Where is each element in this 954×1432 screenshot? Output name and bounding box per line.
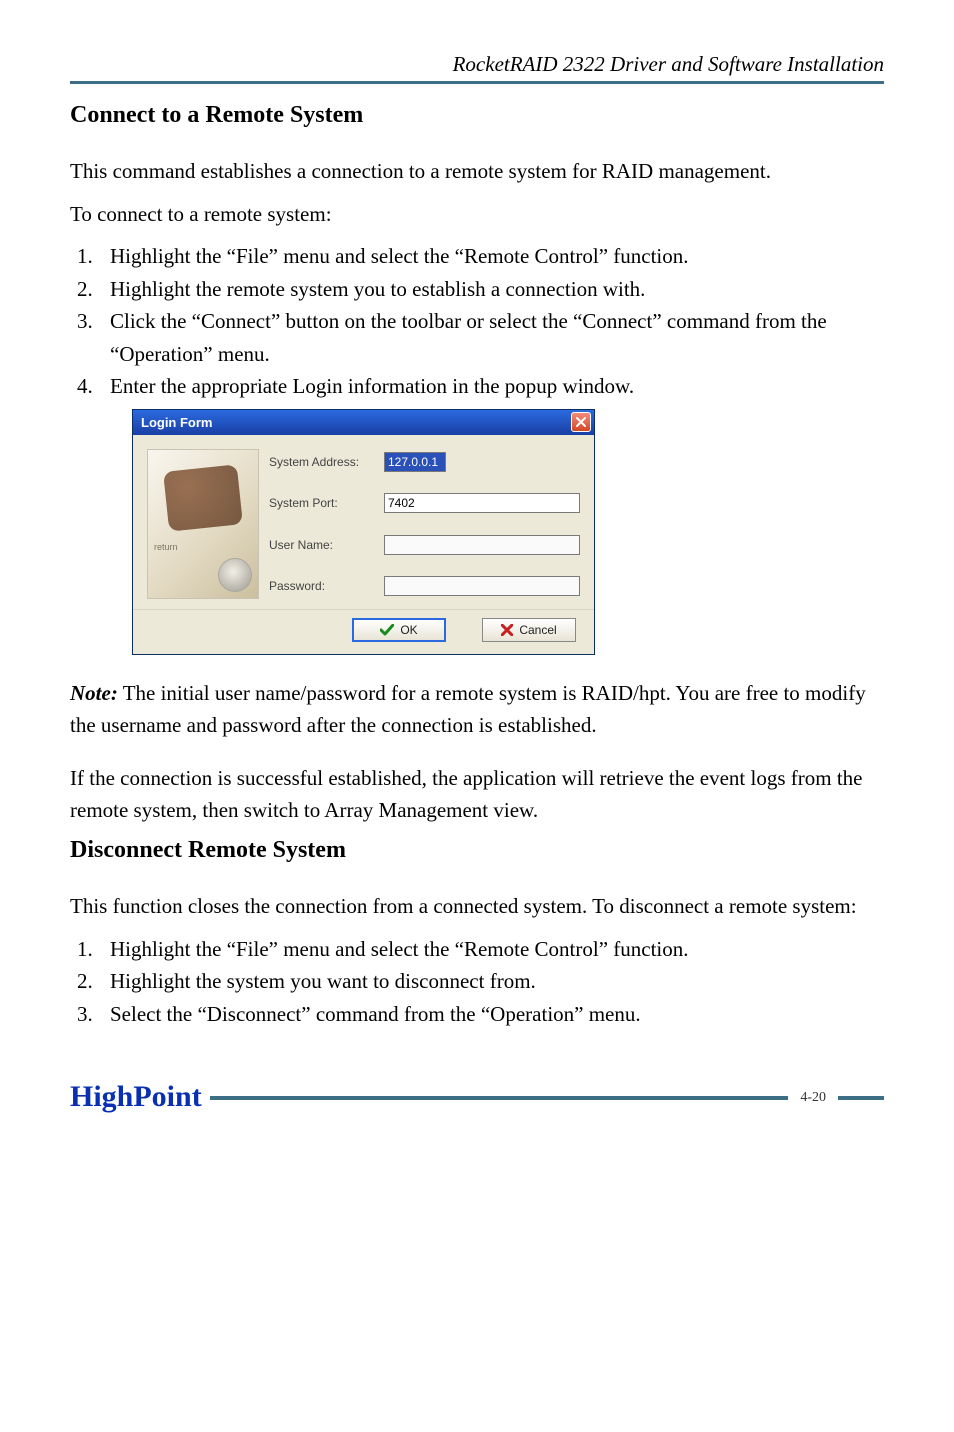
doc-header-title: RocketRAID 2322 Driver and Software Inst… (70, 52, 884, 77)
dialog-title: Login Form (141, 415, 571, 430)
ok-button[interactable]: OK (352, 618, 446, 642)
label-password: Password: (269, 579, 374, 593)
list-item: Highlight the remote system you to estab… (98, 273, 884, 306)
heading-connect: Connect to a Remote System (70, 102, 884, 129)
label-system-port: System Port: (269, 496, 374, 510)
label-user-name: User Name: (269, 538, 374, 552)
x-icon (501, 624, 513, 636)
list-item: Select the “Disconnect” command from the… (98, 998, 884, 1031)
highpoint-logo: HighPoint (70, 1082, 202, 1114)
disconnect-steps-list: Highlight the “File” menu and select the… (70, 933, 884, 1031)
connect-intro-1: This command establishes a connection to… (70, 155, 884, 188)
dialog-body: return System Address: System Port: User… (133, 435, 594, 609)
system-port-input[interactable] (384, 493, 580, 513)
page-number: 4-20 (796, 1090, 830, 1106)
note-text: The initial user name/password for a rem… (70, 681, 866, 738)
label-system-address: System Address: (269, 455, 374, 469)
close-button[interactable] (571, 412, 591, 432)
password-input[interactable] (384, 576, 580, 596)
page-footer: HighPoint 4-20 (70, 1082, 884, 1114)
disconnect-intro: This function closes the connection from… (70, 890, 884, 923)
connect-steps-list: Highlight the “File” menu and select the… (70, 240, 884, 403)
list-item: Highlight the “File” menu and select the… (98, 240, 884, 273)
footer-rule (210, 1096, 789, 1100)
close-icon (575, 416, 587, 428)
connect-intro-2: To connect to a remote system: (70, 198, 884, 231)
system-address-input[interactable] (384, 452, 446, 472)
dialog-fields: System Address: System Port: User Name: … (269, 449, 580, 599)
dialog-artwork: return (147, 449, 259, 599)
list-item: Highlight the “File” menu and select the… (98, 933, 884, 966)
dialog-button-row: OK Cancel (133, 609, 594, 654)
note-label: Note: (70, 681, 118, 705)
check-icon (380, 624, 394, 636)
artwork-caption: return (154, 542, 178, 552)
login-form-dialog: Login Form return System Address: System (132, 409, 595, 655)
heading-disconnect: Disconnect Remote System (70, 837, 884, 864)
list-item: Enter the appropriate Login information … (98, 370, 884, 403)
header-divider (70, 81, 884, 84)
list-item: Highlight the system you want to disconn… (98, 965, 884, 998)
cancel-button-label: Cancel (519, 623, 556, 637)
note-paragraph: Note: The initial user name/password for… (70, 677, 884, 742)
cancel-button[interactable]: Cancel (482, 618, 576, 642)
dialog-titlebar[interactable]: Login Form (133, 410, 594, 435)
list-item: Click the “Connect” button on the toolba… (98, 305, 884, 370)
user-name-input[interactable] (384, 535, 580, 555)
after-note-para: If the connection is successful establis… (70, 762, 884, 827)
ok-button-label: OK (400, 623, 417, 637)
footer-rule-tail (838, 1096, 884, 1100)
